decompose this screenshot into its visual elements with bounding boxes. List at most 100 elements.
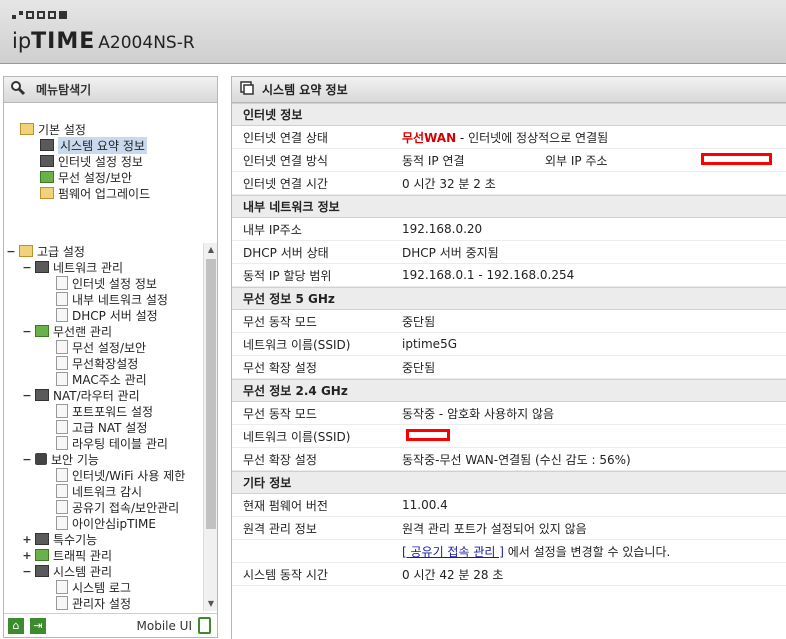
document-icon	[56, 420, 68, 434]
row-dhcp-range: 동적 IP 할당 범위 192.168.0.1 - 192.168.0.254	[232, 264, 786, 287]
menu-explorer: 메뉴탐색기 기본 설정 시스템 요약 정보 인터넷 설정 정보 무선 설정/보안…	[3, 76, 218, 638]
tree-access-limit[interactable]: 인터넷/WiFi 사용 제한	[56, 467, 185, 483]
tree-wireless-mgmt[interactable]: − 무선랜 관리	[22, 323, 112, 339]
tree-advanced-nat[interactable]: 고급 NAT 설정	[56, 419, 147, 435]
scroll-thumb[interactable]	[206, 259, 216, 529]
document-icon	[56, 516, 68, 530]
model-name: A2004NS-R	[98, 33, 195, 53]
content-header: 시스템 요약 정보	[232, 77, 786, 103]
brand-ip: ip	[12, 29, 32, 53]
tree-internet-settings[interactable]: 인터넷 설정 정보	[40, 153, 143, 169]
tree-special[interactable]: + 특수기능	[22, 531, 97, 547]
value: DHCP 서버 중지됨	[402, 245, 499, 260]
value: 원격 관리 포트가 설정되어 있지 않음	[402, 521, 587, 536]
value: 동작중 - 암호화 사용하지 않음	[402, 406, 555, 421]
scroll-down-icon[interactable]: ▼	[204, 597, 218, 611]
document-icon	[56, 596, 68, 610]
menu-explorer-title: 메뉴탐색기	[36, 83, 92, 97]
value: 192.168.0.20	[402, 222, 483, 236]
scroll-up-icon[interactable]: ▲	[204, 243, 218, 257]
value: 0 시간 32 분 2 초	[402, 176, 496, 191]
tree-lan-settings[interactable]: 내부 네트워크 설정	[56, 291, 168, 307]
router-access-link[interactable]: [ 공유기 접속 관리 ]	[402, 545, 504, 559]
tree-port-forward[interactable]: 포트포워드 설정	[56, 403, 153, 419]
tree-network-mgmt[interactable]: − 네트워크 관리	[22, 259, 123, 275]
tree-system-summary[interactable]: 시스템 요약 정보	[40, 136, 147, 154]
row-internet-method: 인터넷 연결 방식 동적 IP 연결 외부 IP 주소	[232, 149, 786, 172]
tree-nat-router[interactable]: − NAT/라우터 관리	[22, 387, 139, 403]
tree-system-log[interactable]: 시스템 로그	[56, 579, 131, 595]
label: 인터넷 연결 시간	[243, 176, 328, 191]
tree-security[interactable]: − 보안 기능	[22, 451, 99, 467]
document-icon	[56, 500, 68, 514]
wireless-icon	[35, 325, 49, 337]
row-lan-ip: 내부 IP주소 192.168.0.20	[232, 218, 786, 241]
document-icon	[56, 276, 68, 290]
mobile-icon[interactable]	[198, 617, 211, 634]
row-5g-mode: 무선 동작 모드 중단됨	[232, 310, 786, 333]
folder-icon	[20, 123, 34, 135]
tree-iansim[interactable]: 아이안심ipTIME	[56, 515, 156, 531]
label: 시스템 동작 시간	[243, 567, 328, 582]
label: 네트워크 이름(SSID)	[243, 429, 351, 444]
tree-dhcp-settings[interactable]: DHCP 서버 설정	[56, 307, 158, 323]
document-icon	[56, 292, 68, 306]
collapse-icon: −	[6, 244, 16, 258]
tree-wireless-settings[interactable]: 무선 설정/보안	[40, 169, 132, 185]
section-lan: 내부 네트워크 정보	[232, 195, 786, 218]
lock-icon	[35, 453, 47, 465]
document-icon	[56, 468, 68, 482]
label: 무선 동작 모드	[243, 314, 317, 329]
brand-time: TIME	[31, 29, 96, 54]
tree-router-access[interactable]: 공유기 접속/보안관리	[56, 499, 179, 515]
home-icon[interactable]: ⌂	[8, 617, 24, 634]
value: [ 공유기 접속 관리 ] 에서 설정을 변경할 수 있습니다.	[402, 543, 670, 560]
tree-internet-info[interactable]: 인터넷 설정 정보	[56, 275, 157, 291]
brand-logo-dots	[12, 11, 67, 19]
logout-icon[interactable]: ⇥	[30, 617, 46, 634]
tree-network-monitor[interactable]: 네트워크 감시	[56, 483, 142, 499]
tree-advanced-settings[interactable]: − 고급 설정	[6, 243, 85, 259]
document-icon	[56, 404, 68, 418]
brand-logo: ip TIME A2004NS-R	[12, 29, 195, 54]
tree-scrollbar[interactable]: ▲ ▼	[203, 243, 217, 611]
tree-wireless-security[interactable]: 무선 설정/보안	[56, 339, 146, 355]
expand-icon: +	[22, 532, 32, 546]
document-icon	[56, 308, 68, 322]
row-internet-status: 인터넷 연결 상태 무선WAN - 인터넷에 정상적으로 연결됨	[232, 126, 786, 149]
value: 0 시간 42 분 28 초	[402, 567, 504, 582]
row-uptime: 시스템 동작 시간 0 시간 42 분 28 초	[232, 563, 786, 586]
tree-system-mgmt[interactable]: − 시스템 관리	[22, 563, 112, 579]
section-wireless-5ghz: 무선 정보 5 GHz	[232, 287, 786, 310]
label: 인터넷 연결 상태	[243, 130, 328, 145]
upgrade-icon	[40, 187, 54, 199]
section-wireless-24ghz: 무선 정보 2.4 GHz	[232, 379, 786, 402]
collapse-icon: −	[22, 260, 32, 274]
label: 원격 관리 정보	[243, 521, 317, 536]
label: 내부 IP주소	[243, 222, 302, 237]
value: 192.168.0.1 - 192.168.0.254	[402, 268, 575, 282]
value: 동적 IP 연결	[402, 153, 465, 168]
mobile-ui-link[interactable]: Mobile UI	[137, 619, 193, 633]
network-icon	[35, 261, 49, 273]
tree-basic-settings[interactable]: 기본 설정	[20, 121, 86, 137]
collapse-icon: −	[22, 564, 32, 578]
tree-mac-mgmt[interactable]: MAC주소 관리	[56, 371, 147, 387]
row-24g-extend: 무선 확장 설정 동작중-무선 WAN-연결됨 (수신 감도 : 56%)	[232, 448, 786, 471]
collapse-icon: −	[22, 324, 32, 338]
advanced-tree: − 고급 설정 − 네트워크 관리 인터넷 설정 정보 내부 네트워크 설정 D…	[4, 243, 202, 611]
label: 무선 동작 모드	[243, 406, 317, 421]
row-dhcp-status: DHCP 서버 상태 DHCP 서버 중지됨	[232, 241, 786, 264]
document-icon	[56, 580, 68, 594]
tree-firmware-upgrade[interactable]: 펌웨어 업그레이드	[40, 185, 150, 201]
document-icon	[56, 340, 68, 354]
label: 현재 펌웨어 버전	[243, 498, 328, 513]
label: 네트워크 이름(SSID)	[243, 337, 351, 352]
window-icon	[240, 81, 254, 98]
tree-traffic[interactable]: + 트래픽 관리	[22, 547, 112, 563]
label: 동적 IP 할당 범위	[243, 268, 332, 283]
tree-wireless-extend[interactable]: 무선확장설정	[56, 355, 138, 371]
label: DHCP 서버 상태	[243, 245, 329, 260]
tree-admin-settings[interactable]: 관리자 설정	[56, 595, 131, 611]
tree-routing-table[interactable]: 라우팅 테이블 관리	[56, 435, 168, 451]
